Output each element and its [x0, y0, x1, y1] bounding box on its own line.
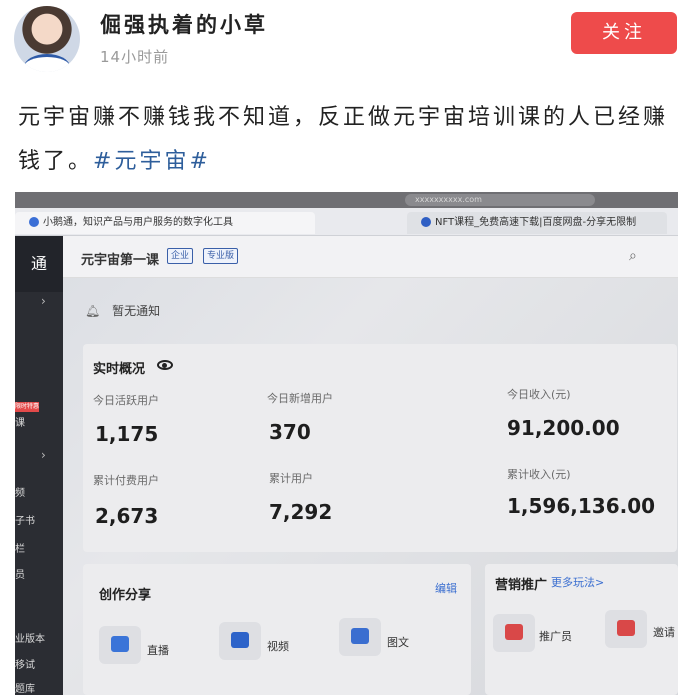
sidebar-item: 题库 [15, 684, 35, 695]
app-title: 元宇宙第一课 [81, 253, 160, 268]
edit-link[interactable]: 编辑 [435, 580, 457, 596]
sidebar-item: 员 [15, 570, 25, 581]
stat-value: 7,292 [269, 500, 333, 524]
feature-label[interactable]: 推广员 [539, 628, 572, 644]
sidebar-item: 频 [15, 488, 25, 499]
xiaoe-logo-icon [29, 217, 39, 227]
sidebar-item: 业版本 [15, 634, 45, 645]
tab-bar: 小鹅通，知识产品与用户服务的数字化工具 NFT课程_免费高速下载|百度网盘-分享… [15, 208, 678, 236]
stat-value: 1,175 [95, 422, 159, 446]
tab-label: 小鹅通，知识产品与用户服务的数字化工具 [43, 217, 233, 228]
notice-text: 暂无通知 [112, 304, 161, 318]
overview-title: 实时概况 [93, 362, 146, 377]
chevron-right-icon: › [41, 448, 46, 462]
stat-value: 91,200.00 [507, 416, 620, 440]
megaphone-icon[interactable] [493, 614, 535, 652]
stat-label: 今日新增用户 [267, 392, 333, 405]
edition-tag: 企业 [167, 248, 194, 264]
follow-button[interactable]: 关注 [571, 12, 677, 54]
stat-value: 2,673 [95, 504, 159, 528]
tab-label: NFT课程_免费高速下载|百度网盘-分享无限制 [435, 217, 637, 228]
avatar[interactable] [14, 6, 80, 72]
sidebar-logo: 通 [15, 236, 63, 292]
stat-label: 今日收入(元) [507, 388, 571, 401]
browser-tab: 小鹅通，知识产品与用户服务的数字化工具 [15, 212, 315, 234]
edition-tag: 专业版 [203, 248, 239, 264]
bell-icon: 🔔︎ [85, 304, 101, 318]
feature-label[interactable]: 视频 [267, 638, 289, 654]
stat-value: 1,596,136.00 [507, 494, 656, 518]
marketing-card: 营销推广 更多玩法> 推广员 邀请 [485, 564, 678, 695]
share-card: 创作分享 编辑 直播 视频 图文 [83, 564, 471, 695]
post-image[interactable]: xxxxxxxxxx.com 小鹅通，知识产品与用户服务的数字化工具 NFT课程… [15, 192, 678, 695]
browser-tab: NFT课程_免费高速下载|百度网盘-分享无限制 [407, 212, 667, 234]
hashtag-link[interactable]: #元宇宙# [93, 149, 211, 174]
sidebar: 通 › 限时特惠 课 › 频 子书 栏 员 业版本 移试 题库 [15, 236, 63, 695]
chevron-right-icon: › [41, 294, 46, 308]
feature-label[interactable]: 直播 [147, 642, 169, 658]
post-header: 倔强执着的小草 14小时前 关注 [0, 0, 693, 80]
post-text: 元宇宙赚不赚钱我不知道，反正做元宇宙培训课的人已经赚钱了。#元宇宙# [18, 96, 678, 184]
notice-bar: 🔔︎ 暂无通知 [85, 296, 655, 326]
invite-icon[interactable] [605, 610, 647, 648]
promo-badge: 限时特惠 [15, 402, 40, 412]
marketing-title: 营销推广 [495, 578, 548, 593]
baidu-pan-icon [421, 217, 431, 227]
stat-label: 累计用户 [269, 472, 313, 485]
sidebar-item: 子书 [15, 516, 35, 527]
sidebar-item: 课 [15, 418, 25, 429]
sidebar-item: 移试 [15, 660, 35, 671]
post-time: 14小时前 [100, 48, 170, 66]
overview-card: 实时概况 今日活跃用户 1,175 今日新增用户 370 今日收入(元) 91,… [83, 344, 677, 552]
app-header: 元宇宙第一课 企业 专业版 ⌕ [63, 236, 678, 278]
stat-label: 累计付费用户 [93, 474, 159, 487]
browser-chrome: xxxxxxxxxx.com [15, 192, 678, 208]
feature-label[interactable]: 邀请 [653, 624, 675, 640]
more-link[interactable]: 更多玩法> [551, 574, 604, 590]
stat-label: 累计收入(元) [507, 468, 571, 481]
username[interactable]: 倔强执着的小草 [100, 9, 268, 39]
feature-label[interactable]: 图文 [387, 634, 409, 650]
video-camera-icon[interactable] [219, 622, 261, 660]
search-icon: ⌕ [629, 248, 637, 264]
stat-label: 今日活跃用户 [93, 394, 159, 407]
live-tv-icon[interactable] [99, 626, 141, 664]
sidebar-item: 栏 [15, 544, 25, 555]
eye-icon [157, 360, 173, 370]
stat-value: 370 [269, 420, 311, 444]
article-icon[interactable] [339, 618, 381, 656]
share-title: 创作分享 [99, 588, 152, 603]
url-bar: xxxxxxxxxx.com [405, 194, 595, 206]
